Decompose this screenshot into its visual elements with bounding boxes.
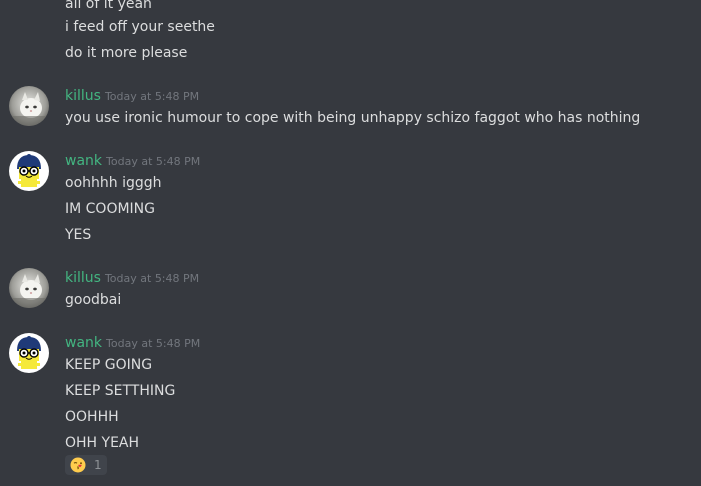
- message-line: goodbai: [65, 292, 122, 308]
- user-avatar[interactable]: [9, 268, 49, 308]
- user-avatar[interactable]: [9, 333, 49, 373]
- timestamp: Today at 5:48 PM: [104, 90, 200, 103]
- message-line: YES: [65, 227, 92, 243]
- message-header: wank Today at 5:48 PM: [65, 333, 200, 353]
- timestamp: Today at 5:48 PM: [104, 272, 200, 285]
- cat-avatar-icon: [9, 268, 49, 308]
- timestamp: Today at 5:48 PM: [106, 337, 201, 350]
- chat-messages: all of it yeah i feed off your seethe do…: [0, 0, 701, 486]
- username[interactable]: wank: [65, 335, 102, 351]
- message-line: all of it yeah: [65, 0, 152, 12]
- username[interactable]: killus: [65, 270, 101, 286]
- mametchi-avatar-icon: [9, 333, 49, 373]
- message-line: do it more please: [65, 45, 188, 61]
- reaction-count: 1: [94, 458, 102, 472]
- message-line: OHH YEAH: [65, 435, 140, 451]
- kissing-face-emoji-icon: [70, 457, 86, 473]
- message-line: OOHHH: [65, 409, 119, 425]
- message-line: i feed off your seethe: [65, 19, 215, 35]
- timestamp: Today at 5:48 PM: [106, 155, 201, 168]
- reaction-button[interactable]: 1: [65, 455, 107, 475]
- message-line: you use ironic humour to cope with being…: [65, 110, 641, 126]
- username[interactable]: killus: [65, 88, 101, 104]
- username[interactable]: wank: [65, 153, 102, 169]
- message-header: wank Today at 5:48 PM: [65, 151, 200, 171]
- user-avatar[interactable]: [9, 151, 49, 191]
- message-header: killus Today at 5:48 PM: [65, 86, 199, 106]
- message-line: KEEP SETTHING: [65, 383, 176, 399]
- message-line: KEEP GOING: [65, 357, 153, 373]
- mametchi-avatar-icon: [9, 151, 49, 191]
- cat-avatar-icon: [9, 86, 49, 126]
- user-avatar[interactable]: [9, 86, 49, 126]
- message-header: killus Today at 5:48 PM: [65, 268, 199, 288]
- message-line: IM COOMING: [65, 201, 156, 217]
- message-line: oohhhh igggh: [65, 175, 162, 191]
